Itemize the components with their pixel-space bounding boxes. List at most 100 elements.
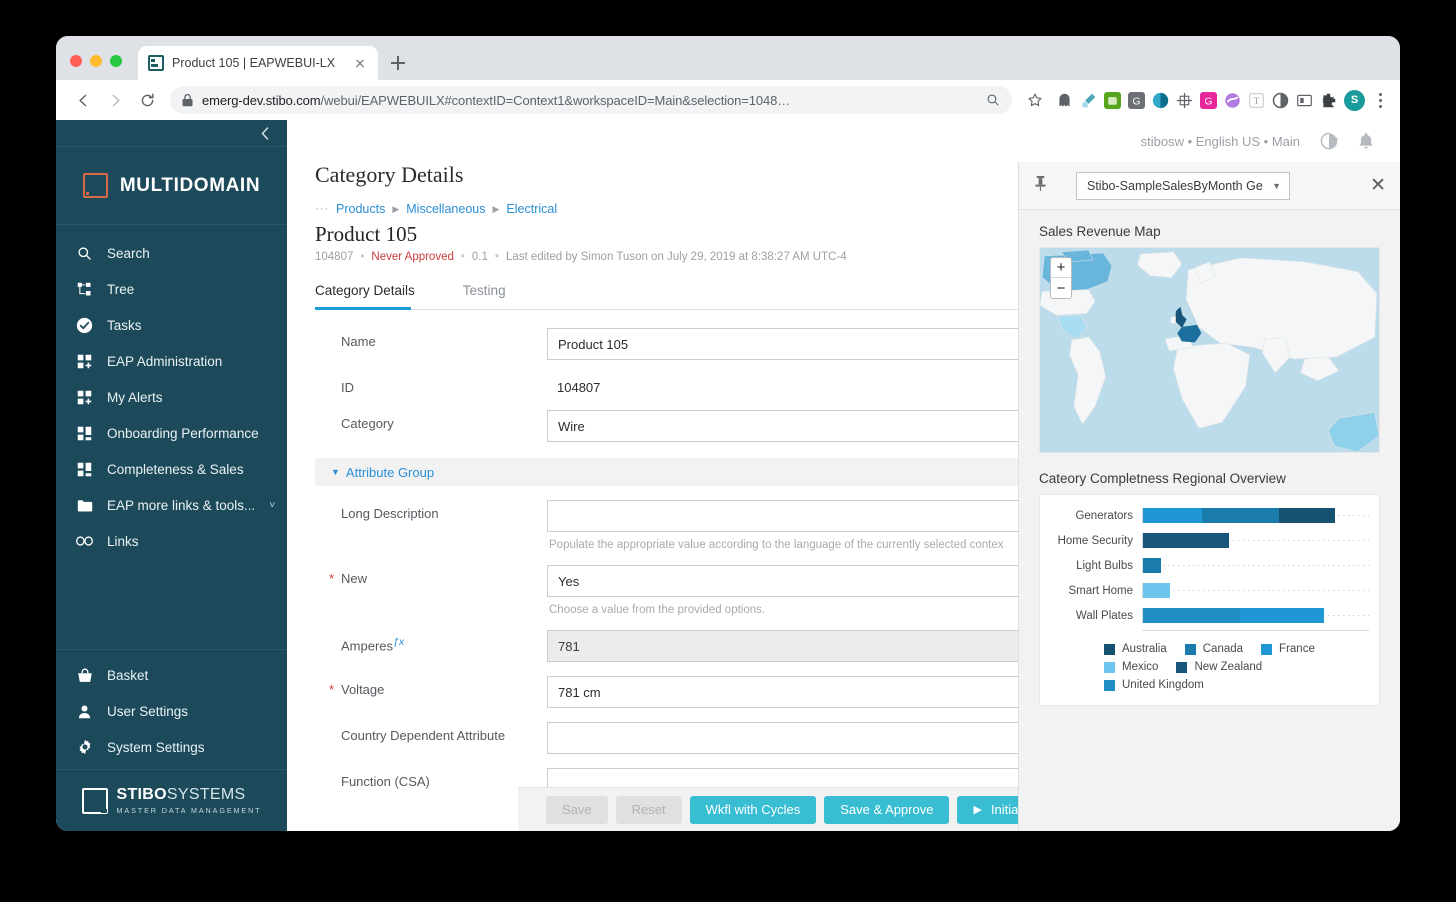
sidebar-item-basket[interactable]: Basket [56,657,287,693]
bookmark-star-icon[interactable] [1020,85,1050,115]
breadcrumb-item-miscellaneous[interactable]: Miscellaneous [406,202,485,216]
browser-tab[interactable]: Product 105 | EAPWEBUI-LX [138,46,378,80]
chart-bar-track [1142,583,1369,598]
basket-icon [76,668,93,683]
sidebar-item-tasks[interactable]: Tasks [56,307,287,343]
close-panel-icon[interactable]: ✕ [1370,176,1386,195]
legend-item-france[interactable]: France [1261,643,1315,655]
legend-item-united-kingdom[interactable]: United Kingdom [1104,679,1204,691]
app-viewport: MULTIDOMAIN Search Tree Tasks EAP Admini… [56,120,1400,831]
chart-bar-track [1142,533,1369,548]
url-path: /webui/EAPWEBUILX#contextID=Context1&wor… [320,92,791,108]
sidebar-item-user-settings[interactable]: User Settings [56,693,287,729]
tree-icon [76,282,93,297]
text-tool-icon[interactable]: T [1248,92,1265,109]
breadcrumb-item-electrical[interactable]: Electrical [506,202,557,216]
stibo-square-icon [81,787,108,814]
legend-label: New Zealand [1194,661,1263,673]
bell-icon[interactable] [1358,132,1374,150]
legend-item-mexico[interactable]: Mexico [1104,661,1158,673]
sidebar-item-tree[interactable]: Tree [56,271,287,307]
required-asterisk: * [329,571,335,587]
sidebar-item-completeness-sales[interactable]: Completeness & Sales [56,451,287,487]
chevron-down-icon[interactable]: ˅ [269,500,275,511]
category-completeness-chart[interactable]: Generators Home Security Light Bulbs Sma… [1039,494,1380,706]
required-asterisk: * [329,682,335,698]
field-label: * New [315,565,547,586]
profile-avatar[interactable]: S [1344,89,1365,111]
world-map-svg [1040,248,1379,452]
tab-testing[interactable]: Testing [463,283,528,309]
breadcrumb-item-products[interactable]: Products [336,202,385,216]
field-label: Amperesƒx [315,630,547,653]
dashboard-select[interactable]: Stibo-SampleSalesByMonth Ge ▼ [1076,171,1290,200]
address-bar[interactable]: emerg-dev.stibo.com/webui/EAPWEBUILX#con… [170,86,1012,114]
sidebar-item-onboarding-performance[interactable]: Onboarding Performance [56,415,287,451]
sidebar-item-my-alerts[interactable]: My Alerts [56,379,287,415]
legend-item-canada[interactable]: Canada [1184,643,1244,655]
breadcrumb-separator-icon: ▶ [392,203,400,214]
legend-label: Canada [1202,643,1244,655]
app-header: stibosw • English US • Main [287,120,1400,162]
sidebar-item-system-settings[interactable]: System Settings [56,729,287,765]
reload-button[interactable] [132,85,162,115]
eyedropper-icon[interactable] [1080,92,1097,109]
stibo-name-bold: STIBO [116,785,167,803]
sidebar-item-label: User Settings [107,703,189,719]
breadcrumb-overflow-icon[interactable]: ··· [315,203,329,215]
legend-item-australia[interactable]: Australia [1104,643,1167,655]
reset-button[interactable]: Reset [615,795,682,824]
browser-menu-icon[interactable] [1372,92,1388,108]
puzzle-piece-icon[interactable] [1320,92,1337,109]
sidebar-item-eap-more-links-tools[interactable]: EAP more links & tools... ˅ [56,487,287,523]
chevron-left-icon [261,126,269,140]
sidebar-item-search[interactable]: Search [56,235,287,271]
map-zoom-out-button[interactable]: − [1051,278,1071,298]
sales-revenue-map[interactable]: + − [1039,247,1380,453]
forward-button[interactable] [100,85,130,115]
legend-label: United Kingdom [1122,679,1204,691]
chart-segment-australia [1278,508,1336,523]
sidebar-item-label: Onboarding Performance [107,425,259,441]
save-and-approve-button[interactable]: Save & Approve [824,795,950,824]
breadcrumb-separator-icon: ▶ [492,203,500,214]
close-tab-icon[interactable] [352,55,368,71]
purple-swirl-icon[interactable] [1224,92,1241,109]
dark-circle-icon[interactable] [1272,92,1289,109]
new-tab-button[interactable] [384,49,412,77]
green-extension-icon[interactable] [1104,91,1121,109]
history-icon[interactable] [1320,132,1338,150]
search-icon[interactable] [986,93,1000,107]
circle-extension-icon[interactable] [1152,92,1169,109]
chart-segment-canada [1143,558,1162,573]
sidebar-collapse-button[interactable] [56,120,287,147]
sidebar-footer-logo: STIBOSYSTEMS MASTER DATA MANAGEMENT [56,769,287,831]
pin-icon[interactable] [1033,175,1048,197]
crosshair-icon[interactable] [1176,92,1193,109]
meta-separator: • [360,251,365,264]
grammarly-g-icon[interactable]: G [1128,91,1145,109]
chart-segment-united-kingdom [1143,608,1241,623]
gear-icon [76,739,93,755]
tab-category-details[interactable]: Category Details [315,283,437,311]
chart-segment-france [1143,508,1202,523]
legend-item-new-zealand[interactable]: New Zealand [1176,661,1262,673]
extension-ghost-icon[interactable] [1056,92,1073,109]
save-button[interactable]: Save [546,795,608,824]
maximize-window-button[interactable] [110,55,122,67]
bl-extension-icon[interactable] [1296,92,1313,109]
field-label-text: New [341,571,368,587]
pink-g-extension-icon[interactable]: G [1200,91,1217,109]
sidebar-item-eap-administration[interactable]: EAP Administration [56,343,287,379]
chart-category-label: Generators [1075,509,1133,522]
sidebar-item-links[interactable]: Links [56,523,287,559]
formula-icon[interactable]: ƒx [393,636,404,648]
close-window-button[interactable] [70,55,82,67]
minimize-window-button[interactable] [90,55,102,67]
stibo-name-light: SYSTEMS [166,785,246,803]
record-last-edited: Last edited by Simon Tuson on July 29, 2… [505,251,847,264]
map-zoom-in-button[interactable]: + [1051,258,1071,278]
wkfl-with-cycles-button[interactable]: Wkfl with Cycles [689,795,817,824]
legend-label: France [1279,643,1315,655]
back-button[interactable] [68,85,98,115]
